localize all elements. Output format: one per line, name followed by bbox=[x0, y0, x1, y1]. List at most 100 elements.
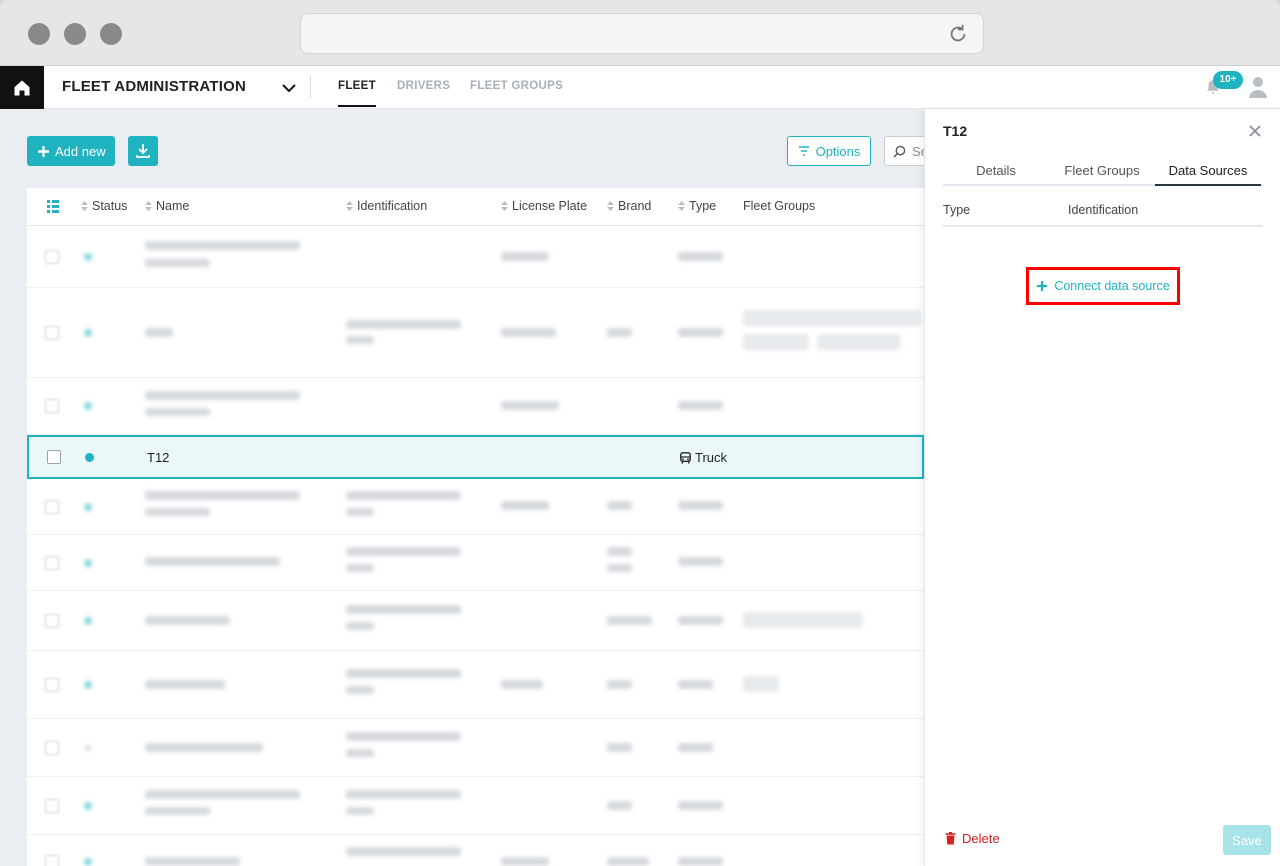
row-checkbox[interactable] bbox=[45, 855, 59, 866]
row-checkbox[interactable] bbox=[45, 326, 59, 340]
row-checkbox[interactable] bbox=[45, 614, 59, 628]
table-row[interactable] bbox=[27, 777, 924, 835]
row-checkbox[interactable] bbox=[45, 250, 59, 264]
table-row[interactable] bbox=[27, 378, 924, 435]
add-new-button[interactable]: Add new bbox=[27, 136, 115, 166]
home-button[interactable] bbox=[0, 66, 44, 109]
notifications-badge[interactable]: 10+ bbox=[1213, 71, 1243, 89]
tab-drivers[interactable]: DRIVERS bbox=[397, 80, 450, 92]
group-chip bbox=[743, 310, 921, 326]
table-row[interactable] bbox=[27, 651, 924, 719]
column-fleet-groups[interactable]: Fleet Groups bbox=[743, 199, 815, 213]
row-checkbox[interactable] bbox=[45, 556, 59, 570]
window-minimize-dot[interactable] bbox=[64, 23, 86, 45]
row-text bbox=[607, 547, 632, 556]
column-license-plate[interactable]: License Plate bbox=[501, 199, 587, 213]
status-dot bbox=[84, 329, 92, 337]
row-text bbox=[346, 622, 374, 630]
table-row-selected[interactable]: T12 Truck bbox=[27, 435, 924, 479]
browser-chrome bbox=[0, 0, 1280, 66]
row-text bbox=[145, 508, 210, 516]
row-text bbox=[678, 328, 723, 337]
row-text bbox=[145, 391, 300, 400]
column-type-label: Type bbox=[943, 203, 971, 217]
row-text bbox=[678, 801, 723, 810]
column-status[interactable]: Status bbox=[81, 199, 127, 213]
window-close-dot[interactable] bbox=[28, 23, 50, 45]
row-checkbox[interactable] bbox=[45, 678, 59, 692]
row-text bbox=[145, 616, 230, 625]
table-row[interactable] bbox=[27, 591, 924, 651]
column-identification-label: Identification bbox=[357, 199, 428, 213]
group-chip bbox=[743, 676, 779, 692]
column-brand[interactable]: Brand bbox=[607, 199, 651, 213]
trash-icon bbox=[945, 832, 956, 845]
row-checkbox[interactable] bbox=[45, 500, 59, 514]
row-text bbox=[607, 857, 649, 866]
group-chip bbox=[817, 334, 901, 350]
column-type[interactable]: Type bbox=[678, 199, 716, 213]
user-icon[interactable] bbox=[1248, 76, 1268, 98]
plus-icon bbox=[38, 145, 49, 157]
row-text bbox=[346, 336, 374, 344]
filter-icon bbox=[798, 146, 809, 156]
download-icon bbox=[136, 144, 150, 158]
tab-fleet-groups[interactable]: FLEET GROUPS bbox=[470, 80, 563, 92]
table-row[interactable] bbox=[27, 835, 924, 866]
reload-icon[interactable] bbox=[947, 23, 969, 45]
window-maximize-dot[interactable] bbox=[100, 23, 122, 45]
connect-data-source-button[interactable]: Connect data source bbox=[1026, 267, 1180, 305]
table-row[interactable] bbox=[27, 719, 924, 777]
status-dot bbox=[84, 559, 92, 567]
address-bar[interactable] bbox=[300, 13, 984, 54]
group-chip bbox=[743, 334, 809, 350]
row-text bbox=[346, 669, 461, 678]
chevron-down-icon[interactable] bbox=[280, 79, 298, 97]
status-dot bbox=[84, 617, 92, 625]
download-button[interactable] bbox=[128, 136, 158, 166]
row-text bbox=[145, 557, 280, 566]
app-title: FLEET ADMINISTRATION bbox=[62, 78, 246, 95]
row-text bbox=[501, 252, 549, 261]
table-row[interactable] bbox=[27, 535, 924, 591]
table-row[interactable] bbox=[27, 479, 924, 535]
fleet-list-area: Add new Options Se Status Name Identific… bbox=[0, 109, 924, 866]
row-text bbox=[501, 328, 556, 337]
list-view-icon[interactable] bbox=[47, 200, 59, 213]
delete-label: Delete bbox=[962, 831, 1000, 846]
status-dot bbox=[85, 453, 94, 462]
row-text bbox=[145, 790, 300, 799]
row-text bbox=[607, 328, 632, 337]
save-button[interactable]: Save bbox=[1223, 825, 1271, 855]
column-identification[interactable]: Identification bbox=[346, 199, 427, 213]
row-checkbox[interactable] bbox=[47, 450, 61, 464]
row-text bbox=[678, 616, 723, 625]
row-text bbox=[346, 686, 374, 694]
row-text bbox=[346, 807, 374, 815]
tab-fleet-groups-panel[interactable]: Fleet Groups bbox=[1049, 163, 1155, 178]
table-row[interactable] bbox=[27, 226, 924, 288]
delete-button[interactable]: Delete bbox=[945, 831, 1000, 846]
options-label: Options bbox=[815, 143, 861, 159]
tab-fleet[interactable]: FLEET bbox=[338, 80, 376, 107]
close-icon[interactable] bbox=[1248, 124, 1262, 138]
row-checkbox[interactable] bbox=[45, 741, 59, 755]
row-type: Truck bbox=[680, 450, 727, 465]
row-text bbox=[501, 401, 559, 410]
row-text bbox=[346, 508, 374, 516]
status-dot bbox=[84, 503, 92, 511]
row-checkbox[interactable] bbox=[45, 399, 59, 413]
row-checkbox[interactable] bbox=[45, 799, 59, 813]
row-text bbox=[346, 732, 461, 741]
row-text bbox=[678, 857, 723, 866]
tab-details[interactable]: Details bbox=[943, 163, 1049, 178]
table-row[interactable] bbox=[27, 288, 924, 378]
row-text bbox=[346, 320, 461, 329]
search-input[interactable]: Se bbox=[884, 136, 924, 166]
column-name[interactable]: Name bbox=[145, 199, 189, 213]
row-text bbox=[346, 847, 461, 856]
row-text bbox=[607, 680, 632, 689]
tab-data-sources[interactable]: Data Sources bbox=[1155, 163, 1261, 186]
column-license-plate-label: License Plate bbox=[512, 199, 588, 213]
options-button[interactable]: Options bbox=[787, 136, 871, 166]
